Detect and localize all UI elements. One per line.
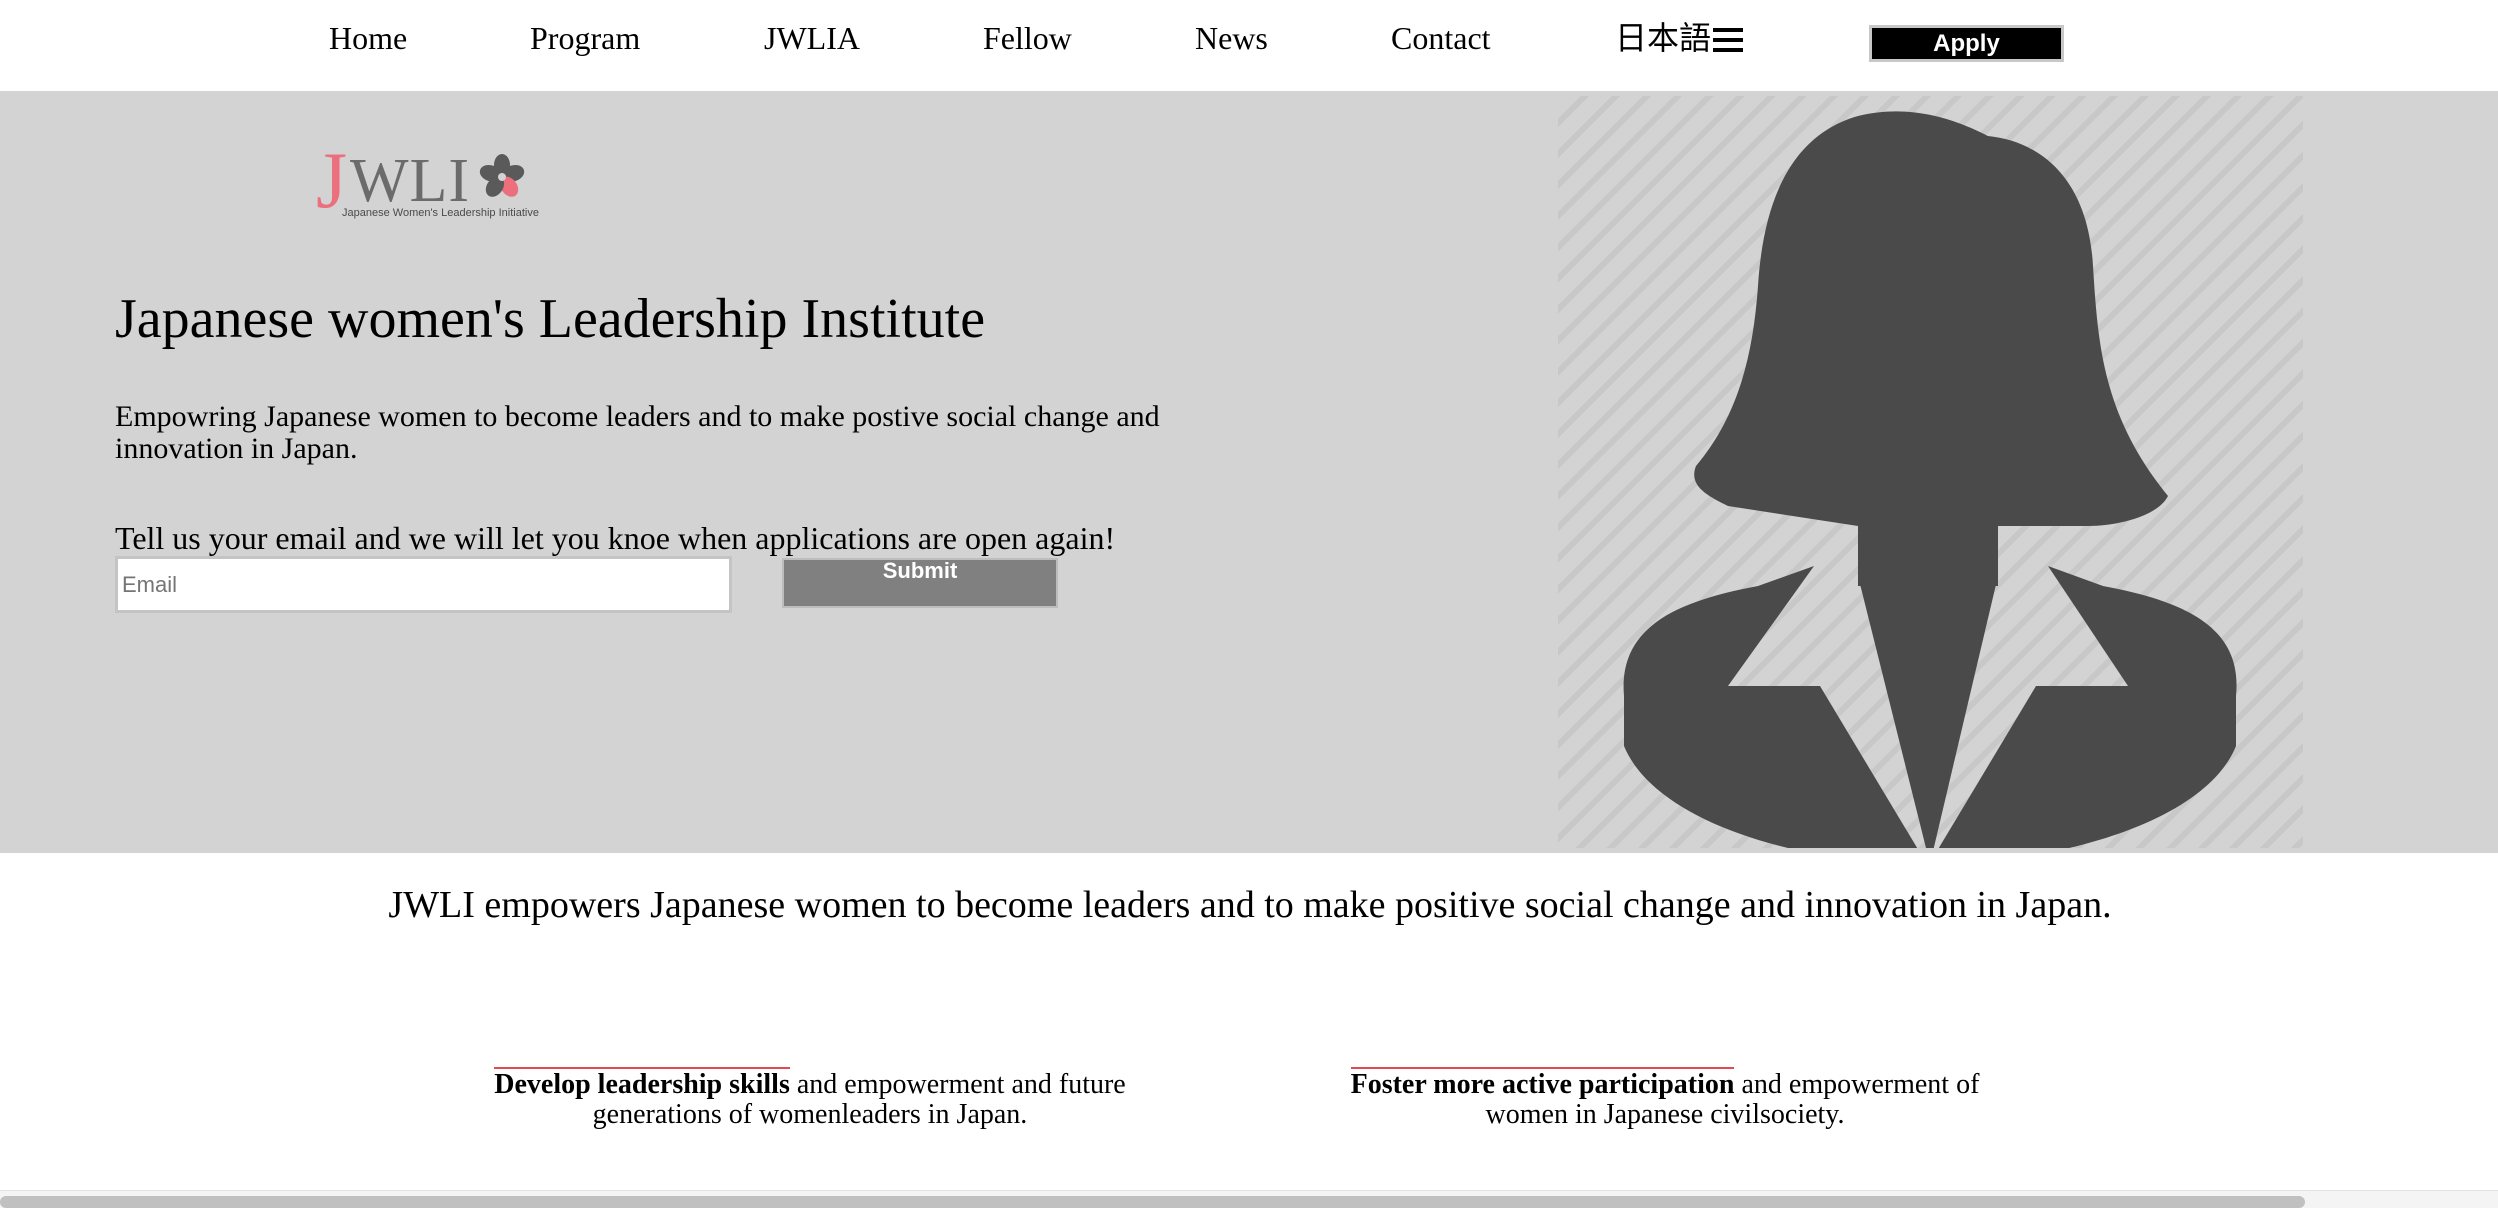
pillar-leadership: Develop leadership skills and empowermen… bbox=[480, 1067, 1140, 1130]
mission-statement: JWLI empowers Japanese women to become l… bbox=[388, 884, 2112, 926]
nav-news[interactable]: News bbox=[1195, 18, 1268, 58]
apply-button[interactable]: Apply bbox=[1869, 25, 2064, 62]
scrollbar-thumb[interactable] bbox=[0, 1196, 2305, 1208]
email-input[interactable] bbox=[115, 556, 732, 613]
nav-jwlia[interactable]: JWLIA bbox=[764, 18, 860, 58]
hero-section: J WLI Japanese Women's Leadership Initia… bbox=[0, 91, 2498, 853]
hamburger-icon[interactable] bbox=[1713, 28, 1744, 52]
pillar-leadership-heading: Develop leadership skills bbox=[494, 1067, 790, 1100]
hero-title: Japanese women's Leadership Institute bbox=[115, 288, 986, 350]
nav-language[interactable]: 日本語 bbox=[1615, 18, 1744, 58]
email-prompt: Tell us your email and we will let you k… bbox=[115, 520, 1116, 556]
top-nav: Home Program JWLIA Fellow News Contact 日… bbox=[0, 0, 2498, 91]
pillar-participation-heading: Foster more active participation bbox=[1350, 1067, 1735, 1100]
submit-button[interactable]: Submit bbox=[782, 558, 1058, 608]
portrait-panel bbox=[1558, 96, 2303, 848]
nav-fellow[interactable]: Fellow bbox=[983, 18, 1072, 58]
logo-tagline: Japanese Women's Leadership Initiative bbox=[342, 207, 539, 219]
nav-home[interactable]: Home bbox=[329, 18, 407, 58]
horizontal-scrollbar[interactable] bbox=[0, 1190, 2498, 1208]
nav-contact[interactable]: Contact bbox=[1391, 18, 1491, 58]
cherry-blossom-icon bbox=[479, 154, 525, 197]
woman-silhouette-icon bbox=[1623, 111, 2237, 848]
nav-program[interactable]: Program bbox=[530, 18, 640, 58]
hero-subtitle: Empowring Japanese women to become leade… bbox=[115, 400, 1160, 465]
nav-language-label: 日本語 bbox=[1615, 20, 1712, 56]
jwli-logo[interactable]: J WLI Japanese Women's Leadership Initia… bbox=[316, 141, 539, 223]
pillar-participation: Foster more active participation and emp… bbox=[1320, 1067, 2010, 1130]
